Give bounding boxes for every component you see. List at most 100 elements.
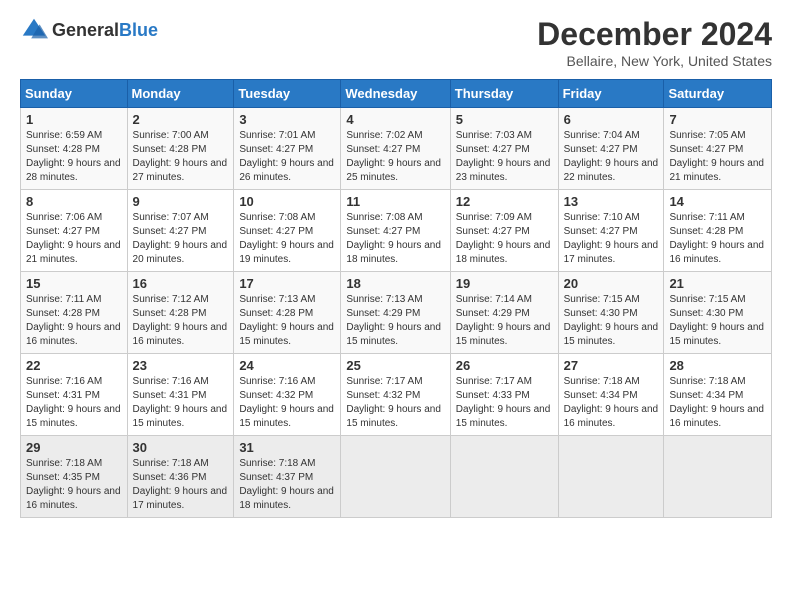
calendar-day: 1 Sunrise: 6:59 AMSunset: 4:28 PMDayligh… (21, 108, 128, 190)
calendar-day: 27 Sunrise: 7:18 AMSunset: 4:34 PMDaylig… (558, 354, 664, 436)
main-title: December 2024 (537, 16, 772, 53)
day-info: Sunrise: 7:07 AMSunset: 4:27 PMDaylight:… (133, 212, 228, 265)
calendar-day: 15 Sunrise: 7:11 AMSunset: 4:28 PMDaylig… (21, 272, 128, 354)
calendar-day: 2 Sunrise: 7:00 AMSunset: 4:28 PMDayligh… (127, 108, 234, 190)
day-info: Sunrise: 7:10 AMSunset: 4:27 PMDaylight:… (564, 212, 659, 265)
calendar-day: 13 Sunrise: 7:10 AMSunset: 4:27 PMDaylig… (558, 190, 664, 272)
logo-blue: Blue (119, 20, 158, 40)
calendar-day: 30 Sunrise: 7:18 AMSunset: 4:36 PMDaylig… (127, 436, 234, 518)
day-number: 21 (669, 276, 766, 291)
calendar-day: 14 Sunrise: 7:11 AMSunset: 4:28 PMDaylig… (664, 190, 772, 272)
page-header: GeneralBlue December 2024 Bellaire, New … (20, 16, 772, 69)
day-info: Sunrise: 7:18 AMSunset: 4:34 PMDaylight:… (669, 376, 764, 429)
day-info: Sunrise: 7:09 AMSunset: 4:27 PMDaylight:… (456, 212, 551, 265)
calendar-day: 22 Sunrise: 7:16 AMSunset: 4:31 PMDaylig… (21, 354, 128, 436)
calendar-day: 7 Sunrise: 7:05 AMSunset: 4:27 PMDayligh… (664, 108, 772, 190)
day-number: 28 (669, 358, 766, 373)
day-info: Sunrise: 7:14 AMSunset: 4:29 PMDaylight:… (456, 294, 551, 347)
day-number: 31 (239, 440, 335, 455)
col-monday: Monday (127, 80, 234, 108)
day-info: Sunrise: 7:05 AMSunset: 4:27 PMDaylight:… (669, 130, 764, 183)
col-wednesday: Wednesday (341, 80, 450, 108)
day-info: Sunrise: 7:08 AMSunset: 4:27 PMDaylight:… (239, 212, 334, 265)
day-info: Sunrise: 7:00 AMSunset: 4:28 PMDaylight:… (133, 130, 228, 183)
day-number: 9 (133, 194, 229, 209)
day-info: Sunrise: 7:03 AMSunset: 4:27 PMDaylight:… (456, 130, 551, 183)
col-friday: Friday (558, 80, 664, 108)
day-number: 22 (26, 358, 122, 373)
day-info: Sunrise: 7:06 AMSunset: 4:27 PMDaylight:… (26, 212, 121, 265)
day-info: Sunrise: 7:18 AMSunset: 4:37 PMDaylight:… (239, 458, 334, 511)
day-info: Sunrise: 7:04 AMSunset: 4:27 PMDaylight:… (564, 130, 659, 183)
day-number: 25 (346, 358, 444, 373)
day-number: 30 (133, 440, 229, 455)
calendar-day (450, 436, 558, 518)
day-info: Sunrise: 7:16 AMSunset: 4:31 PMDaylight:… (133, 376, 228, 429)
day-number: 16 (133, 276, 229, 291)
logo-general: General (52, 20, 119, 40)
day-number: 1 (26, 112, 122, 127)
day-number: 27 (564, 358, 659, 373)
day-number: 10 (239, 194, 335, 209)
calendar-day: 19 Sunrise: 7:14 AMSunset: 4:29 PMDaylig… (450, 272, 558, 354)
calendar-day: 16 Sunrise: 7:12 AMSunset: 4:28 PMDaylig… (127, 272, 234, 354)
day-number: 3 (239, 112, 335, 127)
day-number: 12 (456, 194, 553, 209)
day-number: 11 (346, 194, 444, 209)
logo: GeneralBlue (20, 16, 158, 44)
calendar-day: 20 Sunrise: 7:15 AMSunset: 4:30 PMDaylig… (558, 272, 664, 354)
day-number: 6 (564, 112, 659, 127)
day-info: Sunrise: 7:17 AMSunset: 4:32 PMDaylight:… (346, 376, 441, 429)
calendar-day: 17 Sunrise: 7:13 AMSunset: 4:28 PMDaylig… (234, 272, 341, 354)
logo-icon (20, 16, 48, 44)
day-number: 19 (456, 276, 553, 291)
day-number: 2 (133, 112, 229, 127)
col-thursday: Thursday (450, 80, 558, 108)
calendar-day: 9 Sunrise: 7:07 AMSunset: 4:27 PMDayligh… (127, 190, 234, 272)
day-number: 7 (669, 112, 766, 127)
calendar-week: 15 Sunrise: 7:11 AMSunset: 4:28 PMDaylig… (21, 272, 772, 354)
day-number: 14 (669, 194, 766, 209)
day-info: Sunrise: 7:08 AMSunset: 4:27 PMDaylight:… (346, 212, 441, 265)
day-info: Sunrise: 7:11 AMSunset: 4:28 PMDaylight:… (26, 294, 121, 347)
calendar-day: 24 Sunrise: 7:16 AMSunset: 4:32 PMDaylig… (234, 354, 341, 436)
col-sunday: Sunday (21, 80, 128, 108)
day-number: 13 (564, 194, 659, 209)
col-tuesday: Tuesday (234, 80, 341, 108)
day-info: Sunrise: 7:16 AMSunset: 4:31 PMDaylight:… (26, 376, 121, 429)
calendar-day: 10 Sunrise: 7:08 AMSunset: 4:27 PMDaylig… (234, 190, 341, 272)
calendar-day (664, 436, 772, 518)
calendar-day: 3 Sunrise: 7:01 AMSunset: 4:27 PMDayligh… (234, 108, 341, 190)
calendar-day: 8 Sunrise: 7:06 AMSunset: 4:27 PMDayligh… (21, 190, 128, 272)
day-info: Sunrise: 7:18 AMSunset: 4:36 PMDaylight:… (133, 458, 228, 511)
day-number: 23 (133, 358, 229, 373)
day-number: 15 (26, 276, 122, 291)
day-number: 20 (564, 276, 659, 291)
calendar-day: 12 Sunrise: 7:09 AMSunset: 4:27 PMDaylig… (450, 190, 558, 272)
day-number: 5 (456, 112, 553, 127)
day-info: Sunrise: 7:16 AMSunset: 4:32 PMDaylight:… (239, 376, 334, 429)
day-info: Sunrise: 7:15 AMSunset: 4:30 PMDaylight:… (564, 294, 659, 347)
calendar-day: 26 Sunrise: 7:17 AMSunset: 4:33 PMDaylig… (450, 354, 558, 436)
day-info: Sunrise: 6:59 AMSunset: 4:28 PMDaylight:… (26, 130, 121, 183)
calendar-day (341, 436, 450, 518)
calendar-day: 31 Sunrise: 7:18 AMSunset: 4:37 PMDaylig… (234, 436, 341, 518)
calendar-body: 1 Sunrise: 6:59 AMSunset: 4:28 PMDayligh… (21, 108, 772, 518)
day-number: 26 (456, 358, 553, 373)
calendar-table: Sunday Monday Tuesday Wednesday Thursday… (20, 79, 772, 518)
calendar-day: 25 Sunrise: 7:17 AMSunset: 4:32 PMDaylig… (341, 354, 450, 436)
title-area: December 2024 Bellaire, New York, United… (537, 16, 772, 69)
day-number: 4 (346, 112, 444, 127)
calendar-week: 1 Sunrise: 6:59 AMSunset: 4:28 PMDayligh… (21, 108, 772, 190)
day-number: 29 (26, 440, 122, 455)
day-number: 24 (239, 358, 335, 373)
calendar-day: 6 Sunrise: 7:04 AMSunset: 4:27 PMDayligh… (558, 108, 664, 190)
calendar-week: 29 Sunrise: 7:18 AMSunset: 4:35 PMDaylig… (21, 436, 772, 518)
calendar-day: 18 Sunrise: 7:13 AMSunset: 4:29 PMDaylig… (341, 272, 450, 354)
calendar-day: 4 Sunrise: 7:02 AMSunset: 4:27 PMDayligh… (341, 108, 450, 190)
subtitle: Bellaire, New York, United States (537, 53, 772, 69)
calendar-week: 22 Sunrise: 7:16 AMSunset: 4:31 PMDaylig… (21, 354, 772, 436)
calendar-day: 29 Sunrise: 7:18 AMSunset: 4:35 PMDaylig… (21, 436, 128, 518)
calendar-day (558, 436, 664, 518)
col-saturday: Saturday (664, 80, 772, 108)
